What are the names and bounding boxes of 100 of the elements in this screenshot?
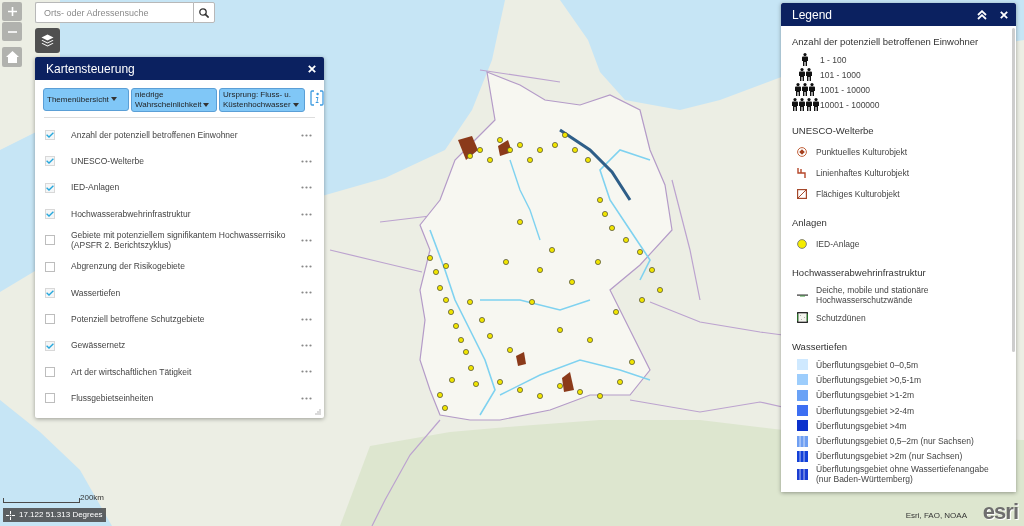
- collapse-button[interactable]: [977, 9, 987, 20]
- coordinates-text: 17.122 51.313 Degrees: [19, 510, 103, 520]
- legend-heading: Anzahl der potenziell betroffenen Einwohner: [792, 35, 980, 49]
- legend-label: Überflutungsgebiet 0,5–2m (nur Sachsen): [816, 436, 974, 447]
- more-button[interactable]: [301, 262, 312, 271]
- map-dot: [527, 157, 533, 163]
- layer-name: Abgrenzung der Risikogebiete: [71, 261, 186, 272]
- map-dot: [639, 297, 645, 303]
- map-dot: [657, 287, 663, 293]
- legend-label: Deiche, mobile und stationäre Hochwasserschutzwände: [816, 285, 930, 305]
- map-dot: [463, 349, 469, 355]
- map-dot: [602, 211, 608, 217]
- map-dot: [585, 157, 591, 163]
- checkbox[interactable]: [45, 340, 55, 351]
- more-icon: [301, 396, 312, 400]
- layer-name: Flussgebietseinheiten: [71, 392, 155, 404]
- more-button[interactable]: [301, 315, 312, 324]
- close-button[interactable]: [308, 64, 316, 73]
- legend-label: Überflutungsgebiet >0,5-1m: [816, 374, 922, 385]
- legend-label: IED-Anlage: [816, 238, 860, 249]
- plus-icon: [7, 7, 17, 16]
- check-icon: [46, 132, 54, 139]
- map-dot: [437, 392, 443, 398]
- map-dot: [427, 255, 433, 261]
- resize-grip-icon[interactable]: [315, 409, 321, 415]
- search-field[interactable]: Orts- oder Adressensuche: [35, 2, 193, 23]
- more-button[interactable]: [301, 157, 312, 166]
- double-chevron-up-icon: [977, 9, 987, 20]
- map-dot: [487, 333, 493, 339]
- scrollbar-thumb[interactable]: [1012, 28, 1015, 352]
- zoom-in-button[interactable]: [2, 2, 22, 21]
- map-dot: [433, 269, 439, 275]
- close-icon: [1000, 10, 1008, 19]
- layers-button[interactable]: [35, 28, 60, 53]
- map-dot: [637, 249, 643, 255]
- checkbox[interactable]: [45, 156, 55, 167]
- legend-heading: UNESCO-Welterbe: [792, 124, 875, 138]
- checkbox[interactable]: [45, 261, 55, 272]
- minus-icon: [7, 30, 17, 33]
- more-icon: [301, 291, 312, 295]
- more-button[interactable]: [301, 131, 312, 140]
- map-dot: [595, 259, 601, 265]
- legend-label: Linienhaftes Kulturobjekt: [816, 167, 910, 178]
- checkbox[interactable]: [45, 130, 55, 141]
- caret-icon: [203, 102, 210, 107]
- checkbox[interactable]: [45, 287, 55, 298]
- map-dot: [453, 323, 459, 329]
- home-icon: [5, 51, 19, 63]
- filter-dropdown[interactable]: Themenübersicht: [43, 88, 129, 111]
- panel-title: Legend: [792, 7, 833, 22]
- home-button[interactable]: [2, 47, 22, 67]
- legend-label: 101 - 1000: [820, 69, 861, 80]
- panel-title: Kartensteuerung: [46, 61, 135, 76]
- checkbox[interactable]: [45, 314, 55, 325]
- more-button[interactable]: [301, 341, 312, 350]
- checkbox[interactable]: [45, 209, 55, 220]
- more-button[interactable]: [301, 210, 312, 219]
- more-icon: [301, 186, 312, 190]
- close-button[interactable]: [1000, 10, 1008, 19]
- legend-label: Überflutungsgebiet >1-2m: [816, 390, 915, 401]
- checkbox[interactable]: [45, 235, 55, 246]
- more-icon: [301, 344, 312, 347]
- scale-label: 200km: [80, 493, 104, 502]
- legend-label: Überflutungsgebiet 0–0,5m: [816, 359, 919, 370]
- map-dot: [587, 337, 593, 343]
- more-button[interactable]: [301, 394, 312, 403]
- info-icon: [310, 90, 324, 106]
- crosshair-icon[interactable]: [6, 510, 15, 520]
- map-dot: [623, 237, 629, 243]
- checkbox[interactable]: [45, 182, 55, 193]
- filter-dropdown[interactable]: Ursprung: Fluss- u. Küstenhochwasser: [219, 88, 305, 112]
- map-dot: [437, 285, 443, 291]
- search-icon: [199, 7, 209, 18]
- filter-dropdown[interactable]: niedrige Wahrscheinlichkeit: [131, 88, 217, 112]
- info-button[interactable]: [310, 90, 324, 106]
- more-button[interactable]: [301, 288, 312, 297]
- area-patch: [562, 372, 574, 392]
- map-dot: [467, 299, 473, 305]
- close-icon: [308, 64, 316, 73]
- area-patch: [458, 136, 478, 160]
- checkbox[interactable]: [45, 366, 55, 377]
- more-button[interactable]: [301, 367, 312, 376]
- more-button[interactable]: [301, 236, 312, 245]
- check-icon: [46, 184, 54, 191]
- checkbox[interactable]: [45, 393, 55, 404]
- person-icon: [802, 53, 808, 66]
- more-button[interactable]: [301, 183, 312, 192]
- layer-name: Wassertiefen: [71, 287, 122, 299]
- search-button[interactable]: [193, 2, 215, 23]
- check-icon: [46, 289, 54, 296]
- check-icon: [46, 342, 54, 349]
- legend-heading: Wassertiefen: [792, 340, 849, 354]
- map-dot: [649, 267, 655, 273]
- map-dot: [473, 381, 479, 387]
- map-dot: [468, 365, 474, 371]
- map-dot: [552, 142, 558, 148]
- zoom-out-button[interactable]: [2, 22, 22, 41]
- map-dot: [537, 393, 543, 399]
- circle-marker-icon: [797, 238, 807, 249]
- more-icon: [301, 317, 312, 321]
